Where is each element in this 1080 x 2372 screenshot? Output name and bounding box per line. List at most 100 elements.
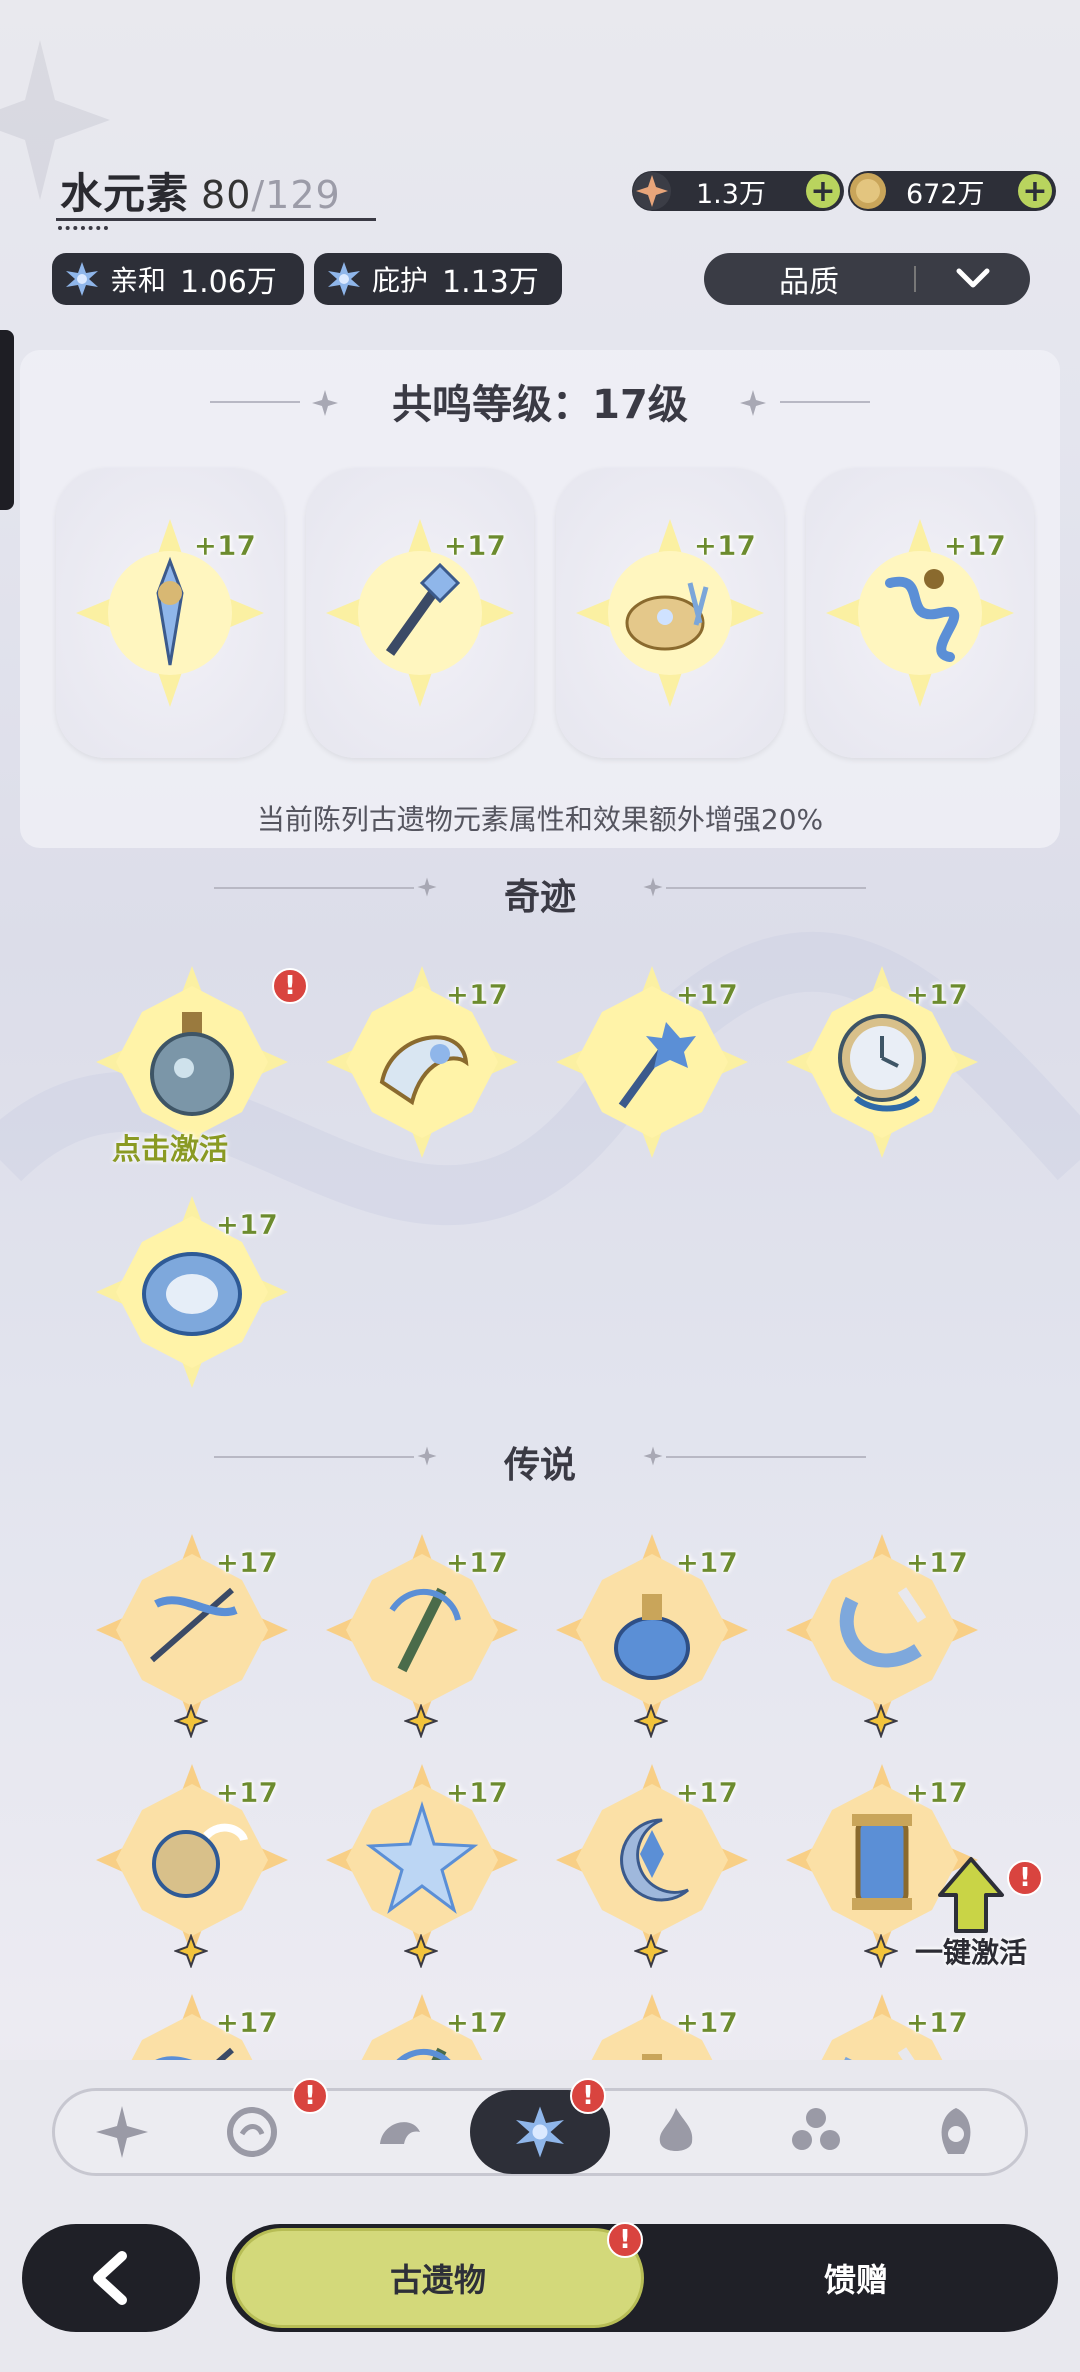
tab-relics-label: 古遗物	[389, 2261, 486, 2299]
total-count: /129	[251, 173, 341, 217]
relic-tile[interactable]: +17	[552, 1530, 752, 1738]
resonance-slot[interactable]: +17	[56, 468, 284, 758]
level-badge: +17	[215, 1546, 278, 1580]
legend-relic-icon	[152, 1823, 248, 1898]
rank-star-icon	[864, 1704, 898, 1738]
shell-coral-relic-icon	[625, 582, 709, 651]
legend-relic-icon	[614, 1594, 690, 1680]
collected-count: 80	[201, 173, 252, 217]
resonance-note: 当前陈列古遗物元素属性和效果额外增强20%	[256, 803, 824, 836]
alert-badge: !	[292, 2078, 328, 2114]
gold-coin-icon	[850, 173, 886, 209]
rank-star-icon	[864, 1934, 898, 1968]
relic-tile[interactable]: +17	[92, 1530, 292, 1738]
hydro-icon	[516, 2106, 564, 2158]
relic-tile[interactable]: +17	[552, 1990, 752, 2062]
level-badge: +17	[215, 1776, 278, 1810]
relic-tile[interactable]: +17	[322, 962, 522, 1162]
level-badge: +17	[443, 529, 506, 563]
relic-tile[interactable]: +17	[552, 1760, 752, 1968]
relic-glow: +17	[320, 513, 520, 713]
relic-tile[interactable]: +17	[92, 1990, 292, 2062]
relic-tile[interactable]: +17	[782, 962, 982, 1162]
relic-tile[interactable]: +17	[782, 1530, 982, 1738]
relic-tile[interactable]: +17	[92, 1760, 292, 1968]
level-badge: +17	[675, 978, 738, 1012]
sparkle-icon	[643, 877, 663, 897]
legend-relic-icon	[620, 1818, 689, 1902]
section-divider-right	[666, 1456, 866, 1458]
conch-relic-icon	[379, 1035, 469, 1106]
resonance-slot[interactable]: +17	[306, 468, 534, 758]
relic-tile[interactable]: +17	[322, 1990, 522, 2062]
affinity-stat: 亲和 1.06万	[52, 253, 304, 305]
relic-glow: +17	[820, 513, 1020, 713]
filter-anemo[interactable]	[210, 2090, 294, 2174]
sparkle-icon	[643, 1446, 663, 1466]
filter-geo[interactable]	[358, 2090, 442, 2174]
level-badge: +17	[905, 2006, 968, 2040]
level-badge: +17	[693, 529, 756, 563]
tap-to-activate-label[interactable]: 点击激活	[112, 1126, 228, 1168]
sword-relic-icon	[156, 556, 184, 666]
rank-star-icon	[634, 1704, 668, 1738]
legend-relic-icon	[839, 1587, 927, 1668]
one-key-activate-label: 一键激活	[914, 1936, 1027, 1969]
back-arrow-icon	[93, 2251, 127, 2305]
hydro-emblem-icon	[66, 262, 98, 296]
cryo-icon	[941, 2108, 971, 2154]
shelter-label: 庇护	[372, 264, 429, 297]
add-star-shard-button[interactable]: +	[806, 174, 840, 209]
tab-relics[interactable]: 古遗物	[232, 2228, 644, 2328]
resonance-slot[interactable]: +17	[556, 468, 784, 758]
chevron-down-icon	[916, 267, 1030, 291]
level-badge: +17	[445, 1546, 508, 1580]
filter-all[interactable]	[80, 2090, 164, 2174]
level-badge: +17	[675, 1546, 738, 1580]
section-divider-right	[666, 887, 866, 889]
page-title: 水元素 80/129	[60, 160, 341, 221]
legend-relic-icon	[150, 1587, 238, 1663]
level-badge: +17	[445, 978, 508, 1012]
tab-gifts-label: 馈赠	[823, 2261, 888, 2299]
alert-badge: !	[607, 2222, 643, 2258]
water-ribbon-relic-icon	[885, 569, 960, 662]
level-badge: +17	[445, 1776, 508, 1810]
filter-pyro[interactable]	[634, 2090, 718, 2174]
level-badge: +17	[905, 1546, 968, 1580]
title-dots	[58, 226, 108, 230]
gold-value: 672万	[906, 178, 985, 210]
activate-arrow-icon	[938, 1857, 1004, 1933]
level-badge: +17	[215, 1208, 278, 1242]
tab-gifts[interactable]: 馈赠	[660, 2228, 1052, 2328]
filter-cryo[interactable]	[914, 2090, 998, 2174]
back-button[interactable]	[22, 2224, 200, 2332]
sort-label: 品质	[779, 265, 839, 300]
pyro-icon	[659, 2108, 693, 2151]
alert-badge: !	[570, 2078, 606, 2114]
relic-tile[interactable]: +17	[322, 1760, 522, 1968]
level-badge: +17	[905, 1776, 968, 1810]
relic-tile[interactable]: +17	[92, 1192, 292, 1392]
star-shard-icon	[633, 172, 671, 210]
add-gold-button[interactable]: +	[1018, 174, 1052, 209]
shelter-stat: 庇护 1.13万	[314, 253, 562, 305]
relic-tile[interactable]: +17	[782, 1990, 982, 2062]
geo-dragon-icon	[380, 2122, 420, 2144]
shelter-value: 1.13万	[442, 265, 539, 300]
rank-star-icon	[404, 1934, 438, 1968]
relic-glow: +17	[570, 513, 770, 713]
filter-electro[interactable]	[774, 2090, 858, 2174]
resonance-title: 共鸣等级：17级	[392, 382, 688, 428]
level-badge: +17	[193, 529, 256, 563]
level-badge: +17	[215, 2006, 278, 2040]
alert-badge: !	[272, 968, 308, 1004]
affinity-label: 亲和	[110, 264, 167, 297]
gold-resource: 672万 +	[848, 171, 1056, 211]
rank-star-icon	[404, 1704, 438, 1738]
sort-dropdown[interactable]: 品质	[704, 253, 1030, 305]
relic-tile[interactable]: +17	[552, 962, 752, 1162]
relic-tile[interactable]: +17	[322, 1530, 522, 1738]
lotus-wand-relic-icon	[618, 1022, 696, 1109]
resonance-slot[interactable]: +17	[806, 468, 1034, 758]
